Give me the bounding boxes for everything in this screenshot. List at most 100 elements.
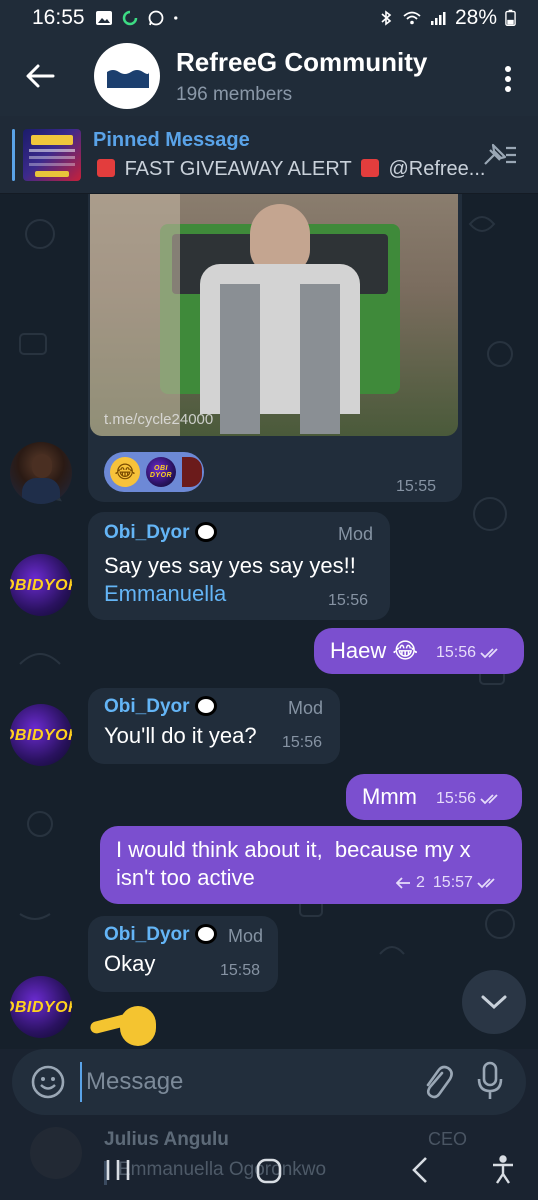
dot-icon xyxy=(173,16,178,20)
system-icons: 28% xyxy=(377,6,516,30)
pinned-message-bar[interactable]: Pinned Message FAST GIVEAWAY ALERT @Refr… xyxy=(0,116,538,194)
bluetooth-icon xyxy=(381,10,392,26)
avatar-line-2: DYOR xyxy=(31,998,72,1016)
pinned-thumbnail xyxy=(23,128,81,181)
media-caption[interactable]: t.me/cycle24000 xyxy=(104,411,213,428)
back-nav-icon xyxy=(412,1157,427,1183)
avatar-line-2: DYOR xyxy=(31,576,72,594)
message-composer xyxy=(12,1049,526,1115)
message-list[interactable]: t.me/cycle24000 😂 OBIDYOR 15:55 OBIDYOR … xyxy=(0,194,538,1049)
sender-emoji-icon xyxy=(194,522,217,542)
pinned-title: Pinned Message xyxy=(93,128,250,151)
emoji-icon[interactable] xyxy=(30,1064,66,1100)
role-badge: Mod xyxy=(338,524,374,544)
message-time: 15:56 xyxy=(328,592,369,609)
message-time-status: 15:56 xyxy=(436,790,502,808)
message-time: 15:56 xyxy=(436,790,477,807)
reply-arrow-icon xyxy=(396,877,410,889)
message-time: 15:56 xyxy=(282,734,323,751)
sync-icon xyxy=(122,10,137,26)
message-text: You'll do it yea? xyxy=(104,723,257,748)
sender-name: Obi_Dyor xyxy=(104,696,217,718)
battery-percent: 28% xyxy=(454,6,497,29)
obi-dyor-sticker-reaction[interactable]: OBI DYOR xyxy=(146,457,176,487)
pinned-indicator xyxy=(12,128,15,181)
scroll-down-button[interactable] xyxy=(462,970,526,1034)
outgoing-message[interactable]: Mmm 15:56 xyxy=(346,774,522,820)
sender-name-text: Obi_Dyor xyxy=(104,924,190,945)
chat-title: RefreeG Community xyxy=(176,46,428,77)
message-text-line-2: isn't too active xyxy=(116,865,255,890)
laughing-emoji-reaction[interactable]: 😂 xyxy=(110,457,140,487)
paperclip-icon[interactable] xyxy=(420,1063,454,1101)
outgoing-message[interactable]: Haew 😂 15:56 xyxy=(314,628,524,674)
alert-badge-icon xyxy=(360,158,379,177)
recent-apps-icon xyxy=(106,1160,130,1180)
message-text-line-1: I would think about it, because my x xyxy=(116,837,471,862)
message-text: Mmm xyxy=(362,784,417,809)
pointing-emoji-sticker[interactable] xyxy=(89,1002,156,1049)
chat-header: RefreeG Community 196 members xyxy=(0,36,538,116)
message-time: 15:56 xyxy=(436,644,477,661)
double-check-icon xyxy=(480,794,498,805)
status-time: 16:55 xyxy=(32,6,85,29)
sender-emoji-icon xyxy=(194,696,217,716)
message-time: 15:58 xyxy=(220,962,261,979)
avatar-line-1: OBI xyxy=(10,576,32,594)
obi-dyor-avatar[interactable]: OBIDYOR xyxy=(10,976,72,1038)
mention-link[interactable]: Emmanuella xyxy=(104,580,226,608)
role-badge: Mod xyxy=(288,698,324,718)
member-count: 196 members xyxy=(176,83,293,105)
message-input[interactable] xyxy=(80,1062,390,1102)
double-check-icon xyxy=(480,648,498,659)
header-text[interactable]: RefreeG Community 196 members xyxy=(176,47,427,106)
home-icon xyxy=(256,1158,282,1184)
obi-dyor-avatar[interactable]: OBIDYOR xyxy=(10,554,72,616)
avatar-line-1: OBI xyxy=(10,998,32,1016)
user-avatar[interactable] xyxy=(10,442,72,504)
pinned-text: FAST GIVEAWAY ALERT xyxy=(124,157,352,180)
reply-count: 2 xyxy=(416,874,425,891)
outgoing-message[interactable]: I would think about it, because my x isn… xyxy=(100,826,522,904)
media-image[interactable]: t.me/cycle24000 xyxy=(90,194,458,436)
message-text: Haew 😂 xyxy=(330,638,419,663)
refreeg-logo-icon xyxy=(105,64,149,88)
message-time-status: 15:56 xyxy=(436,644,502,662)
whatsapp-icon xyxy=(148,10,163,26)
battery-icon xyxy=(505,9,516,27)
message-time: 15:57 xyxy=(432,874,473,891)
alert-badge-icon xyxy=(97,158,115,177)
notification-icons xyxy=(95,10,183,26)
obi-dyor-avatar[interactable]: OBIDYOR xyxy=(10,704,72,766)
sender-emoji-icon xyxy=(194,924,217,944)
incoming-message[interactable]: Obi_Dyor Mod Say yes say yes say yes!! E… xyxy=(88,512,390,620)
message-text: Say yes say yes say yes!! xyxy=(104,553,356,578)
status-bar: 16:55 28% xyxy=(0,0,538,36)
pinned-list-icon[interactable] xyxy=(482,142,518,168)
more-options-icon[interactable] xyxy=(498,64,518,94)
signal-icon xyxy=(430,12,446,25)
pinned-content: Pinned Message FAST GIVEAWAY ALERT @Refr… xyxy=(93,129,485,181)
chevron-down-icon xyxy=(481,995,507,1010)
message-time: 15:55 xyxy=(396,478,437,495)
sender-name: Obi_Dyor xyxy=(104,924,217,946)
incoming-message[interactable]: Obi_Dyor Mod You'll do it yea? 15:56 xyxy=(88,688,340,764)
double-check-icon xyxy=(477,878,495,889)
group-avatar[interactable] xyxy=(94,43,160,109)
arrow-left-icon xyxy=(26,64,55,88)
back-button[interactable] xyxy=(0,36,80,116)
sender-name-text: Obi_Dyor xyxy=(104,696,190,717)
avatar-line-1: OBI xyxy=(10,726,32,744)
red-avatar-reaction[interactable] xyxy=(182,457,202,487)
pinned-preview: FAST GIVEAWAY ALERT @Refree... xyxy=(93,158,485,181)
reactions-bar[interactable]: 😂 OBI DYOR xyxy=(104,452,204,492)
sender-name-text: Obi_Dyor xyxy=(104,522,190,543)
sender-name: Obi_Dyor xyxy=(104,522,217,544)
gallery-icon xyxy=(95,11,112,25)
microphone-icon[interactable] xyxy=(476,1061,504,1101)
incoming-message[interactable]: Obi_Dyor Mod Okay 15:58 xyxy=(88,916,278,992)
message-time-status: 2 15:57 xyxy=(396,874,499,892)
wifi-icon xyxy=(403,11,421,25)
avatar-line-2: DYOR xyxy=(31,726,72,744)
pinned-mention: @Refree... xyxy=(388,157,486,180)
